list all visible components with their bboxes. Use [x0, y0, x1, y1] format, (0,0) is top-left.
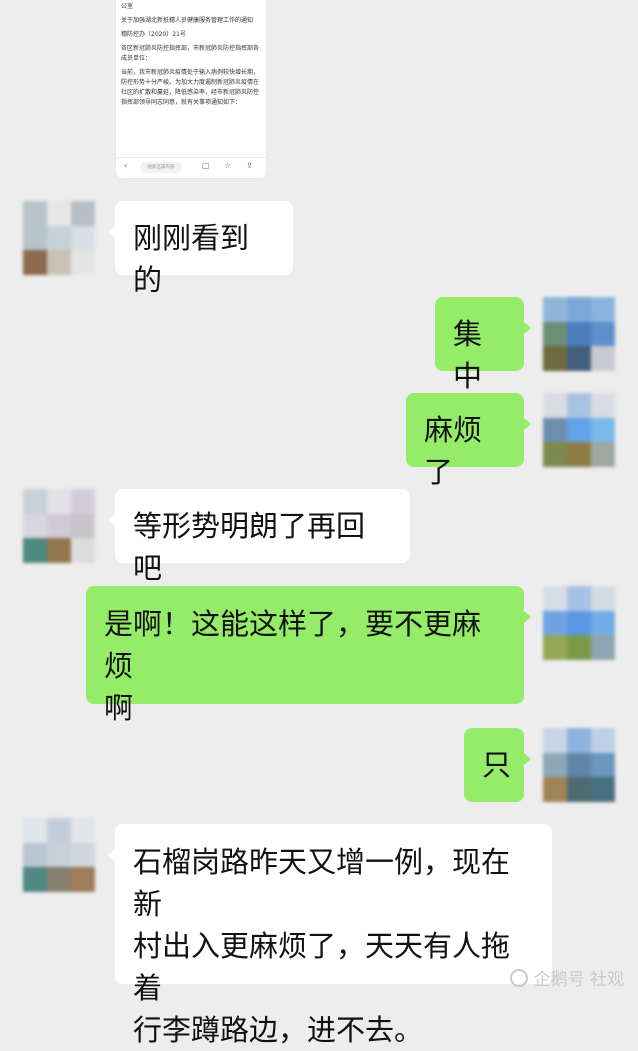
message-bubble[interactable]: 刚刚看到的	[108, 201, 293, 297]
document-line: 各区新冠肺炎防控指挥部，市新冠肺炎防控指挥部各成员单位：	[121, 45, 260, 62]
document-line: 当前，我市新冠肺炎疫情处于输入病例较快增长期，防控形势十分严峻。为加大力度遏制新…	[121, 69, 260, 106]
message-text: 集中	[453, 317, 483, 393]
star-icon[interactable]: ☆	[224, 161, 231, 170]
comment-icon[interactable]: ▢	[202, 161, 210, 170]
message-text-line: 是啊！这能这样了，要不更麻烦	[104, 607, 482, 683]
watermark: 企鹅号 社观	[509, 965, 624, 990]
message-bubble[interactable]: 只	[464, 728, 531, 802]
message-text: 刚刚看到的	[133, 221, 250, 297]
document-toolbar: ‹ 搜索这篇内容 ▢ ☆ ⇪	[116, 157, 266, 178]
penguin-icon	[509, 968, 528, 987]
document-search-input[interactable]: 搜索这篇内容	[140, 162, 182, 173]
document-line: 穗防控办（2020）21号	[121, 31, 186, 38]
message-text: 麻烦了	[424, 413, 483, 489]
document-text: 公室 关于加强湖北新抵穗人员健康服务管理工作的通知 穗防控办（2020）21号 …	[116, 0, 266, 108]
message-text: 只	[482, 748, 512, 782]
message-bubble[interactable]: 石榴岗路昨天又增一例，现在新 村出入更麻烦了，天天有人拖着 行李蹲路边，进不去。	[108, 824, 552, 1047]
chevron-left-icon[interactable]: ‹	[124, 161, 127, 170]
document-line: 公室	[121, 3, 134, 10]
message-text-line: 村出入更麻烦了，天天有人拖着	[133, 929, 511, 1005]
message-text-line: 行李蹲路边，进不去。	[133, 1013, 424, 1047]
avatar[interactable]	[23, 201, 95, 275]
avatar[interactable]	[543, 393, 615, 467]
message-text-line: 啊	[104, 691, 134, 725]
avatar[interactable]	[23, 818, 95, 892]
message-text-line: 石榴岗路昨天又增一例，现在新	[133, 845, 511, 921]
avatar[interactable]	[543, 586, 615, 660]
shared-document-card[interactable]: 公室 关于加强湖北新抵穗人员健康服务管理工作的通知 穗防控办（2020）21号 …	[116, 0, 266, 178]
document-line: 关于加强湖北新抵穗人员健康服务管理工作的通知	[121, 17, 254, 24]
avatar[interactable]	[23, 489, 95, 563]
message-bubble[interactable]: 是啊！这能这样了，要不更麻烦 啊	[86, 586, 531, 725]
message-bubble[interactable]: 集中	[435, 297, 531, 393]
watermark-text: 企鹅号 社观	[533, 970, 624, 990]
avatar[interactable]	[543, 728, 615, 802]
share-icon[interactable]: ⇪	[246, 161, 253, 170]
message-bubble[interactable]: 等形势明朗了再回吧	[108, 489, 410, 585]
message-text: 等形势明朗了再回吧	[133, 509, 366, 585]
message-bubble[interactable]: 麻烦了	[406, 393, 531, 489]
avatar[interactable]	[543, 297, 615, 371]
